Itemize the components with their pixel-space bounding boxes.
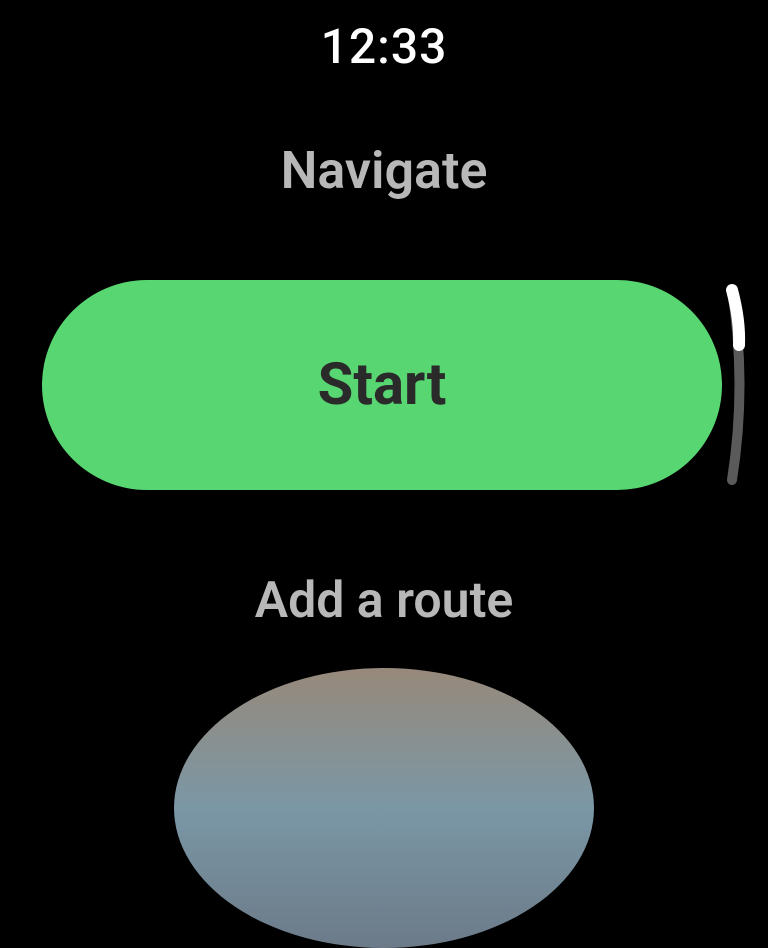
page-title: Navigate bbox=[281, 140, 488, 201]
start-button-label: Start bbox=[318, 351, 447, 419]
add-route-button[interactable]: Add a route bbox=[255, 572, 514, 630]
route-preview-image[interactable] bbox=[174, 668, 594, 948]
scroll-indicator bbox=[722, 280, 752, 490]
status-time: 12:33 bbox=[321, 18, 448, 75]
start-button[interactable]: Start bbox=[42, 280, 722, 490]
